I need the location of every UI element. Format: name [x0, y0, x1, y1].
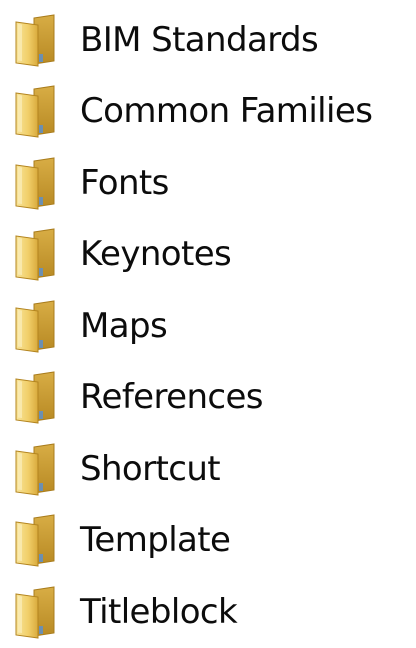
folder-icon	[10, 83, 66, 139]
folder-list: BIM Standards Common Families Fonts Keyn…	[0, 4, 416, 648]
folder-icon	[10, 512, 66, 568]
folder-item-common-families[interactable]: Common Families	[0, 76, 416, 148]
folder-label: Maps	[80, 305, 168, 346]
folder-label: Common Families	[80, 91, 373, 132]
folder-icon	[10, 226, 66, 282]
folder-icon	[10, 584, 66, 640]
folder-item-titleblock[interactable]: Titleblock	[0, 576, 416, 648]
folder-item-references[interactable]: References	[0, 362, 416, 434]
folder-item-template[interactable]: Template	[0, 505, 416, 577]
folder-item-shortcut[interactable]: Shortcut	[0, 433, 416, 505]
folder-icon	[10, 369, 66, 425]
folder-icon	[10, 12, 66, 68]
folder-icon	[10, 298, 66, 354]
folder-label: Titleblock	[80, 591, 238, 632]
folder-label: BIM Standards	[80, 19, 319, 60]
folder-item-bim-standards[interactable]: BIM Standards	[0, 4, 416, 76]
folder-item-fonts[interactable]: Fonts	[0, 147, 416, 219]
folder-label: Keynotes	[80, 234, 232, 275]
folder-label: Shortcut	[80, 448, 221, 489]
folder-icon	[10, 441, 66, 497]
folder-label: Template	[80, 520, 231, 561]
folder-label: References	[80, 377, 264, 418]
folder-item-maps[interactable]: Maps	[0, 290, 416, 362]
folder-icon	[10, 155, 66, 211]
folder-label: Fonts	[80, 162, 169, 203]
folder-item-keynotes[interactable]: Keynotes	[0, 219, 416, 291]
